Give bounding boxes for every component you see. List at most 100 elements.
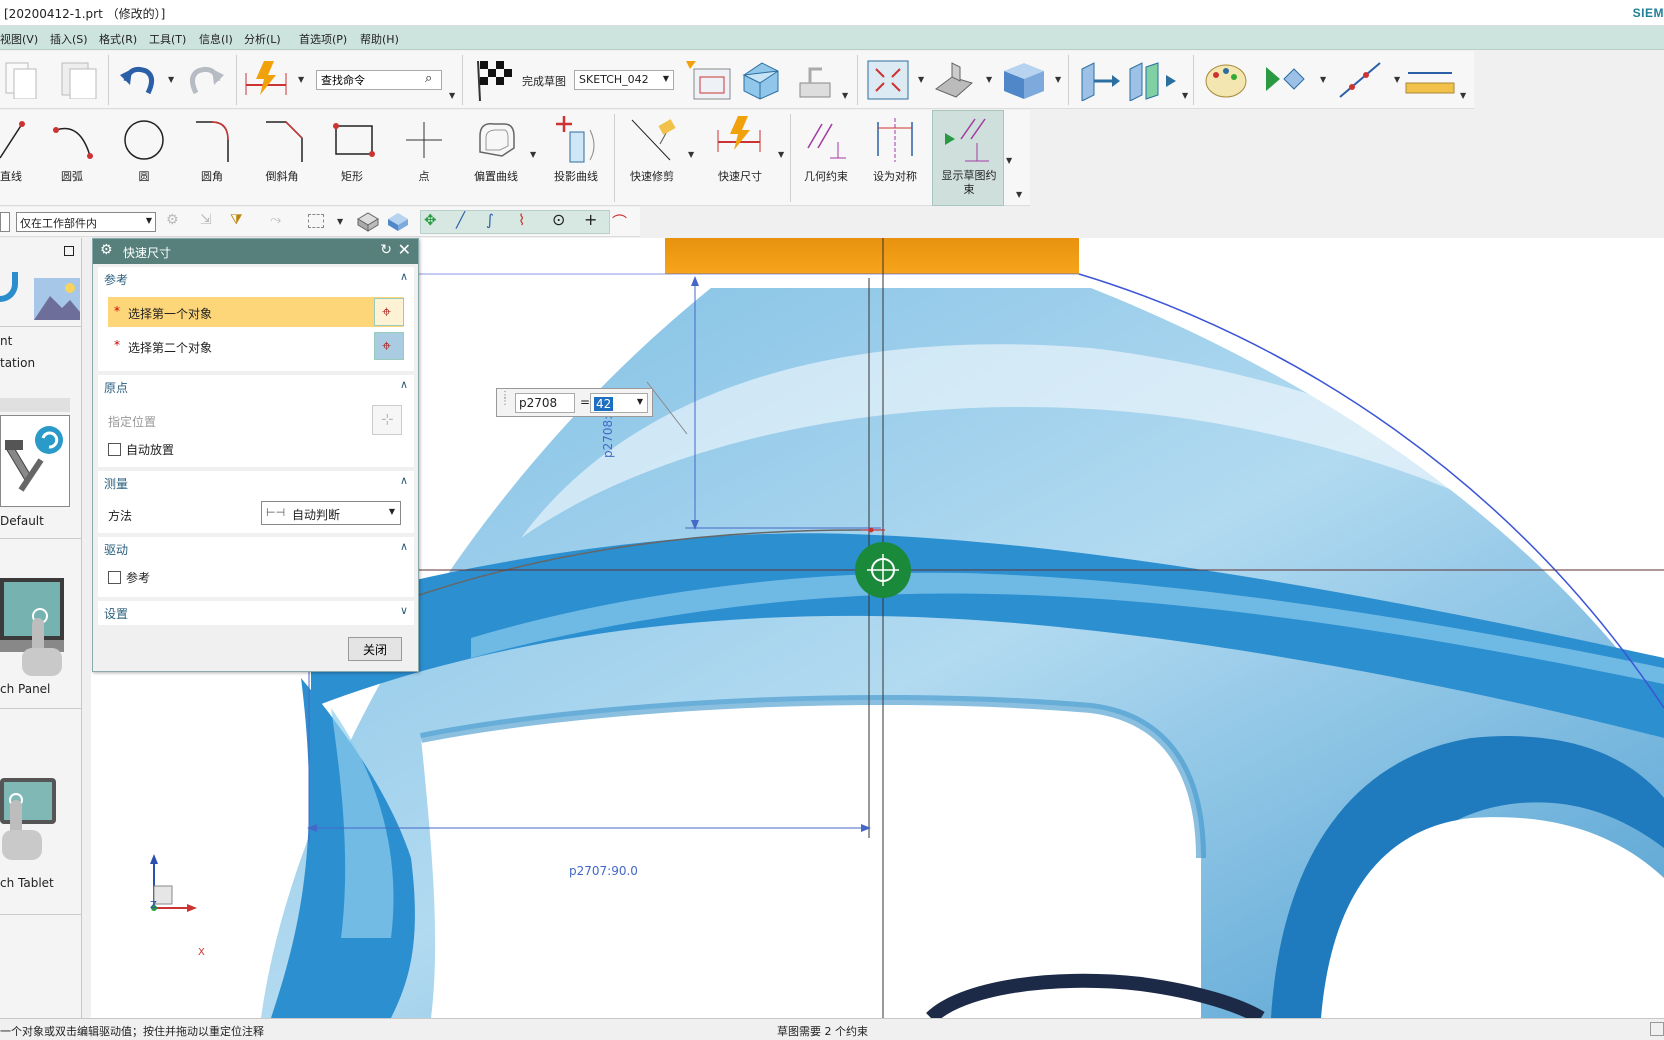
maximize-icon[interactable] (64, 246, 74, 256)
status-indicator-icon[interactable] (1650, 1022, 1664, 1036)
measure-distance-icon[interactable] (1404, 63, 1458, 99)
specify-location-icon[interactable]: ⊹ (372, 405, 402, 435)
tool-project-curve[interactable]: 投影曲线 (546, 110, 606, 206)
select-second-object-row[interactable]: * 选择第二个对象 ⌖ (108, 331, 404, 361)
second-object-crosshair-icon[interactable]: ⌖ (374, 332, 404, 360)
drag-handle-icon[interactable]: ⋮ ⋮ (500, 391, 510, 407)
menu-insert[interactable]: 插入(S) (50, 31, 88, 47)
scope-filter-select[interactable]: 仅在工作部件内 ▼ (16, 212, 156, 232)
settings-section[interactable]: 设置 ∨ (98, 601, 414, 625)
measure-section-header[interactable]: 测量 (104, 475, 128, 492)
tool-chamfer[interactable]: 倒斜角 (254, 110, 310, 206)
menu-view[interactable]: 视图(V) (0, 31, 38, 47)
first-object-crosshair-icon[interactable]: ⌖ (374, 298, 404, 326)
dialog-header[interactable]: ⚙ 快速尺寸 ↻ ✕ (93, 239, 418, 264)
tool-fillet[interactable]: 圆角 (184, 110, 240, 206)
close-button[interactable]: 关闭 (348, 637, 402, 661)
method-select[interactable]: ⊢⊣ 自动判断 ▼ (261, 501, 401, 525)
snap-line-icon[interactable]: ╱ (456, 211, 465, 229)
shaded-cube-icon[interactable] (998, 59, 1048, 101)
tool-point[interactable]: 点 (396, 110, 452, 206)
tool-line[interactable]: 直线 (0, 110, 42, 206)
orient-view-icon[interactable] (932, 59, 976, 101)
dimension-value-field[interactable]: 42 ▼ (590, 393, 648, 413)
deselect-icon[interactable]: ⤳ (270, 212, 281, 228)
settings-section-header[interactable]: 设置 (104, 605, 128, 622)
role-label-tation[interactable]: tation (0, 356, 35, 370)
dimension-annotation-p2707[interactable]: p2707:90.0 (569, 864, 638, 878)
role-label-nt[interactable]: nt (0, 334, 12, 348)
rectangle-select-icon[interactable] (308, 214, 324, 228)
touch-tablet-icon[interactable] (0, 778, 60, 868)
menu-preferences[interactable]: 首选项(P) (299, 31, 347, 47)
tool-make-symmetric[interactable]: 设为对称 (866, 110, 924, 206)
drive-section-header[interactable]: 驱动 (104, 541, 128, 558)
dimension-name-field[interactable]: p2708 (515, 393, 575, 413)
touch-panel-icon[interactable] (0, 578, 70, 678)
tool-geometric-constraints[interactable]: 几何约束 (798, 110, 854, 206)
tool-offset-curve[interactable]: 偏置曲线 ▼ (464, 110, 536, 206)
role-label-touch-tablet[interactable]: ch Tablet (0, 876, 54, 890)
tool-quick-trim[interactable]: 快速修剪 ▼ (624, 110, 694, 206)
chevron-down-icon[interactable]: ▼ (637, 397, 643, 406)
close-icon[interactable]: ✕ (398, 240, 411, 259)
reset-icon[interactable]: ↻ (380, 242, 392, 258)
chevron-up-icon[interactable]: ∧ (400, 378, 408, 391)
menu-info[interactable]: 信息(I) (199, 31, 233, 47)
redo-icon[interactable] (184, 59, 228, 99)
menu-help[interactable]: 帮助(H) (360, 31, 399, 47)
sketch-task-environment-icon[interactable] (682, 57, 742, 103)
point-on-curve-icon[interactable] (1336, 59, 1386, 101)
menu-analysis[interactable]: 分析(L) (244, 31, 281, 47)
snap-endpoint-icon[interactable]: ✥ (424, 211, 437, 229)
chevron-up-icon[interactable]: ∧ (400, 270, 408, 283)
undo-icon[interactable] (116, 59, 160, 99)
gear-icon[interactable]: ⚙ (100, 242, 113, 258)
animate-icon[interactable] (1262, 59, 1312, 101)
snap-spline-icon[interactable]: ⌇ (518, 211, 525, 229)
role-icon[interactable] (0, 272, 18, 302)
menu-format[interactable]: 格式(R) (99, 31, 137, 47)
finish-sketch-icon[interactable] (472, 57, 522, 103)
revolve-icon[interactable] (1124, 59, 1180, 101)
chevron-up-icon[interactable]: ∧ (400, 540, 408, 553)
tool-rectangle[interactable]: 矩形 (324, 110, 380, 206)
select-filter-icon[interactable]: ⇲ (200, 212, 212, 228)
role-label-touch-panel[interactable]: ch Panel (0, 682, 50, 696)
snap-intersection-icon[interactable]: + (584, 210, 597, 229)
type-filter-select[interactable] (0, 212, 10, 232)
command-search-input[interactable] (316, 70, 442, 90)
role-label-default[interactable]: Default (0, 514, 44, 528)
tool-rapid-dimension[interactable]: 快速尺寸 ▼ (712, 110, 784, 206)
origin-section-header[interactable]: 原点 (104, 379, 128, 396)
snap-curve-icon[interactable]: ∫ (486, 211, 494, 229)
landscape-image-icon[interactable] (34, 278, 80, 320)
chevron-down-icon[interactable]: ∨ (400, 604, 408, 617)
snap-center-icon[interactable]: ⊙ (552, 210, 565, 229)
reference-section-header[interactable]: 参考 (104, 271, 128, 288)
part-body-icon[interactable] (356, 211, 380, 233)
tool-show-sketch-constraints[interactable]: 显示草图约束 (932, 110, 1004, 206)
view-sketch-icon[interactable] (738, 57, 784, 103)
sketch-name-select[interactable]: SKETCH_042 ▼ (574, 70, 674, 90)
gear-icon[interactable]: ⚙ (166, 212, 179, 228)
reattach-icon[interactable] (792, 59, 838, 101)
auto-place-checkbox[interactable] (108, 443, 121, 456)
fit-view-icon[interactable] (866, 59, 910, 101)
rapid-dimension-icon[interactable] (242, 59, 292, 99)
funnel-icon[interactable]: ⧩ (230, 212, 243, 228)
tool-circle[interactable]: 圆 (116, 110, 172, 206)
search-icon[interactable]: ⌕ (425, 71, 432, 86)
drive-reference-checkbox[interactable] (108, 571, 121, 584)
snap-tangent-icon[interactable]: ⌒ (612, 211, 627, 232)
paste-icon[interactable] (56, 57, 102, 99)
extrude-icon[interactable] (1076, 59, 1120, 101)
copy-icon[interactable] (2, 57, 42, 99)
solid-body-icon[interactable] (386, 211, 410, 233)
tool-arc[interactable]: 圆弧 (44, 110, 100, 206)
finish-sketch-label[interactable]: 完成草图 (522, 73, 566, 89)
menu-tools[interactable]: 工具(T) (149, 31, 186, 47)
role-default-tile[interactable] (0, 415, 70, 507)
palette-icon[interactable] (1202, 57, 1252, 103)
chevron-up-icon[interactable]: ∧ (400, 474, 408, 487)
